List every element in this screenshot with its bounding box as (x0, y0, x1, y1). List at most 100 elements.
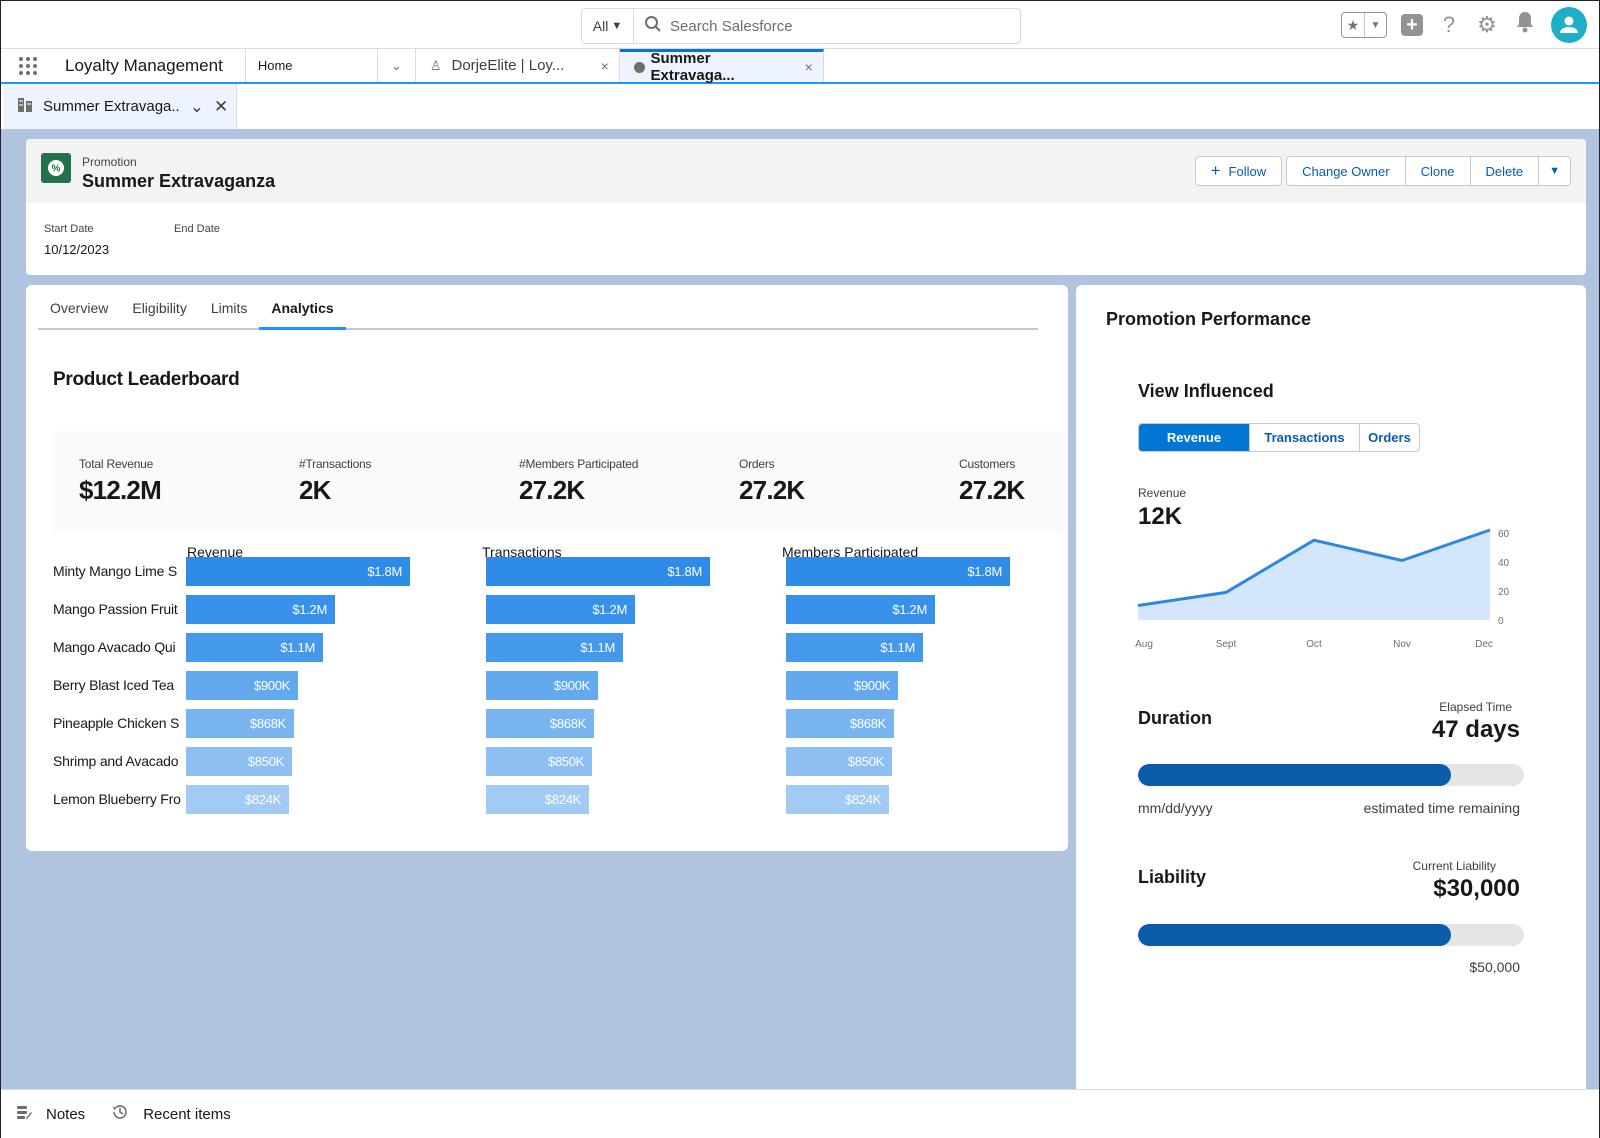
bar-category-label: Mango Avacado Qui (53, 639, 176, 655)
kpi-label: #Transactions (299, 457, 372, 471)
navigation-bar: Loyalty Management Home ⌄ ♙ DorjeElite |… (1, 49, 1599, 84)
bar: $868K (486, 709, 594, 738)
bar: $1.8M (486, 557, 710, 586)
bar: $824K (486, 785, 589, 814)
building-icon (17, 97, 33, 117)
bar-category-label: Shrimp and Avacado (53, 753, 179, 769)
kpi-label: Total Revenue (79, 457, 154, 471)
promotion-icon (633, 61, 645, 73)
bar: $1.8M (186, 557, 410, 586)
bar: $1.1M (786, 633, 923, 662)
toggle-revenue[interactable]: Revenue (1139, 424, 1249, 451)
bar: $900K (786, 671, 898, 700)
y-tick-label: 60 (1498, 529, 1510, 540)
recent-items-label: Recent items (143, 1106, 231, 1123)
duration-progress-fill (1138, 764, 1451, 786)
bar-category-label: Mango Passion Fruit (53, 601, 178, 617)
app-launcher-icon[interactable] (1, 49, 41, 82)
nav-tab-home[interactable]: Home (246, 49, 378, 82)
bar: $1.1M (186, 633, 323, 662)
search-input[interactable] (670, 17, 990, 35)
follow-button[interactable]: + Follow (1194, 156, 1283, 186)
kpi-panel: Total Revenue $12.2M #Transactions 2K #M… (53, 431, 1068, 531)
loyalty-member-icon: ♙ (429, 57, 442, 73)
toggle-transactions[interactable]: Transactions (1249, 424, 1359, 451)
close-icon[interactable]: ✕ (214, 97, 228, 117)
user-avatar-icon[interactable] (1551, 7, 1587, 43)
tab-analytics[interactable]: Analytics (259, 285, 346, 330)
y-tick-label: 40 (1498, 558, 1510, 569)
search-scope-dropdown[interactable]: All ▼ (582, 9, 634, 43)
tab-limits[interactable]: Limits (199, 285, 260, 328)
app-name: Loyalty Management (41, 49, 246, 82)
subtab-bar: Summer Extravaga.. ⌄ ✕ (1, 84, 1599, 129)
favorites-icon[interactable]: ★ (1342, 13, 1364, 37)
record-tabs: Overview Eligibility Limits Analytics (38, 285, 1038, 330)
bar: $850K (486, 747, 592, 776)
kpi-customers: Customers 27.2K (959, 457, 1025, 506)
close-tab-icon[interactable]: × (601, 58, 609, 74)
close-tab-icon[interactable]: × (805, 59, 813, 75)
notifications-bell-icon[interactable] (1513, 11, 1537, 39)
field-value: 10/12/2023 (44, 242, 110, 257)
subtab-summer-extravaganza[interactable]: Summer Extravaga.. ⌄ ✕ (3, 84, 237, 129)
clone-button[interactable]: Clone (1404, 156, 1471, 186)
kpi-label: Customers (959, 457, 1016, 471)
view-influenced-toggle: Revenue Transactions Orders (1138, 423, 1420, 452)
help-icon[interactable]: ? (1437, 12, 1461, 38)
delete-button[interactable]: Delete (1469, 156, 1540, 186)
y-tick-label: 0 (1498, 616, 1504, 627)
kpi-value: 27.2K (959, 475, 1025, 505)
utility-recent-items[interactable]: Recent items (111, 1103, 231, 1126)
kpi-value: 27.2K (739, 475, 805, 505)
kpi-value: 27.2K (519, 475, 585, 505)
change-owner-button[interactable]: Change Owner (1286, 156, 1406, 186)
bar: $868K (186, 709, 294, 738)
bar: $850K (786, 747, 892, 776)
follow-label: Follow (1228, 163, 1267, 179)
favorites-dropdown-icon[interactable]: ▼ (1364, 13, 1386, 37)
view-influenced-title: View Influenced (1138, 381, 1274, 401)
kpi-label: #Members Participated (519, 457, 639, 471)
kpi-value: 2K (299, 475, 331, 505)
promotion-record-icon: % (41, 153, 71, 183)
bar: $1.8M (786, 557, 1010, 586)
bar: $900K (486, 671, 598, 700)
liability-progress-bar (1138, 924, 1524, 946)
x-tick-label: Aug (1135, 639, 1153, 650)
nav-tab-promotion[interactable]: Summer Extravaga... × (619, 49, 824, 84)
leaderboard-title: Product Leaderboard (53, 369, 240, 390)
duration-progress-bar (1138, 764, 1524, 786)
analytics-card: Overview Eligibility Limits Analytics Pr… (26, 285, 1068, 851)
global-header: All ▼ ★ ▼ + ? ⚙ (1, 1, 1599, 49)
global-search: All ▼ (581, 8, 1021, 44)
kpi-members-participated: #Members Participated 27.2K (519, 457, 638, 506)
utility-notes[interactable]: Notes (16, 1104, 85, 1125)
x-tick-label: Oct (1306, 639, 1322, 650)
tab-overview[interactable]: Overview (38, 285, 120, 328)
tab-eligibility[interactable]: Eligibility (120, 285, 198, 328)
current-liability-value: $30,000 (1433, 875, 1520, 902)
nav-menu-chevron-icon[interactable]: ⌄ (378, 49, 416, 82)
global-actions-icon[interactable]: + (1401, 14, 1423, 36)
revenue-metric-label: Revenue (1138, 486, 1187, 500)
bar: $1.1M (486, 633, 623, 662)
chevron-down-icon[interactable]: ⌄ (190, 97, 204, 117)
record-header: % Promotion Summer Extravaganza + Follow… (26, 139, 1586, 275)
x-tick-label: Sept (1216, 639, 1237, 650)
plus-icon: + (1210, 161, 1221, 180)
setup-gear-icon[interactable]: ⚙ (1475, 12, 1499, 38)
nav-tab-loyalty-member[interactable]: ♙ DorjeElite | Loy... × (416, 49, 620, 82)
elapsed-time-value: 47 days (1431, 716, 1520, 743)
bar: $1.2M (186, 595, 335, 624)
duration-title: Duration (1138, 708, 1212, 728)
liability-progress-fill (1138, 924, 1451, 946)
kpi-transactions: #Transactions 2K (299, 457, 372, 506)
liability-max-label: $50,000 (1469, 959, 1520, 975)
toggle-orders[interactable]: Orders (1359, 424, 1419, 451)
y-tick-label: 20 (1498, 587, 1510, 598)
field-end-date: End Date (174, 223, 304, 257)
more-actions-button[interactable]: ▼ (1538, 156, 1571, 186)
duration-end-label: estimated time remaining (1363, 800, 1520, 816)
subtab-label: Summer Extravaga.. (43, 98, 180, 115)
